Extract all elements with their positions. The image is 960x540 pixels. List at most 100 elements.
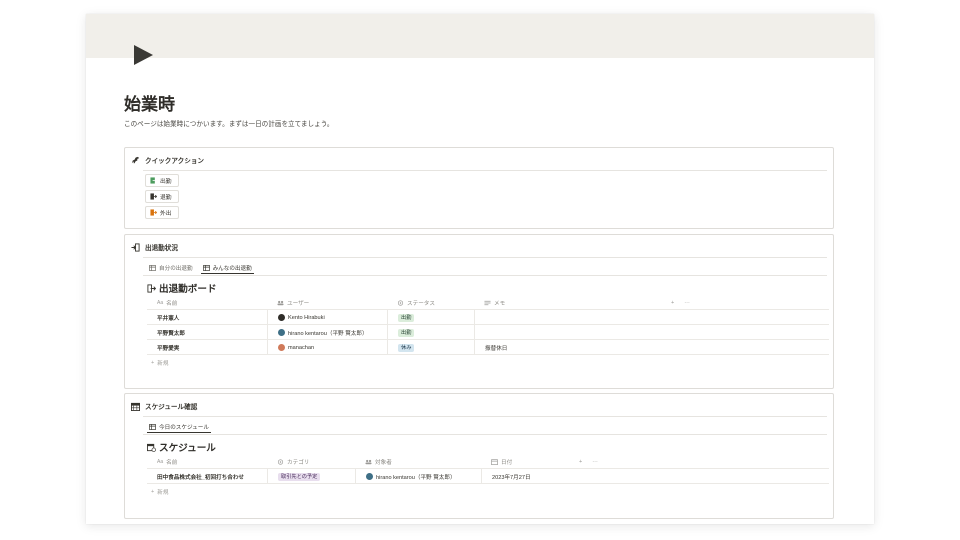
column-label: メモ xyxy=(494,300,506,307)
row-status[interactable]: 出勤 xyxy=(387,325,474,340)
column-memo-header[interactable]: メモ xyxy=(474,295,661,310)
category-badge: 取引先との予定 xyxy=(278,472,321,481)
table-header-row: Aa 名前 カテゴリ 対象者 日付 + ··· xyxy=(147,454,829,469)
row-status[interactable]: 休み xyxy=(387,340,474,355)
attendance-title: 出退勤状況 xyxy=(145,245,178,252)
status-badge: 出勤 xyxy=(398,313,415,322)
column-category-header[interactable]: カテゴリ xyxy=(267,454,355,469)
schedule-db-title[interactable]: スケジュール xyxy=(147,440,216,454)
row-user[interactable]: Kento Hirabuki xyxy=(267,310,387,325)
more-options-button[interactable]: ··· xyxy=(592,459,598,465)
attendance-tabs: 自分の出退勤 みんなの出退勤 xyxy=(147,262,254,274)
tab-today-schedule[interactable]: 今日のスケジュール xyxy=(147,421,211,433)
add-property-button[interactable]: + xyxy=(671,300,674,306)
row-date[interactable]: 2023年7月27日 xyxy=(481,469,569,484)
new-row-label: 新規 xyxy=(157,490,169,496)
clock-in-icon xyxy=(150,177,157,184)
schedule-header[interactable]: スケジュール確認 xyxy=(131,400,197,412)
column-name-header[interactable]: Aa 名前 xyxy=(147,454,267,469)
row-memo[interactable]: 振替休日 xyxy=(474,340,661,355)
go-out-button[interactable]: 外出 xyxy=(145,206,179,219)
page-frame: 始業時 このページは始業時につかいます。まずは一日の計画を立てましょう。 クイッ… xyxy=(86,14,874,524)
quick-actions-header[interactable]: クイックアクション xyxy=(131,154,204,166)
row-name[interactable]: 田中食品株式会社_初回打ち合わせ xyxy=(147,469,267,484)
table-icon xyxy=(149,423,156,430)
column-label: ユーザー xyxy=(287,300,310,307)
user-name: Kento Hirabuki xyxy=(288,314,325,321)
avatar xyxy=(366,473,373,480)
add-column-area: + ··· xyxy=(569,454,629,469)
attendance-header[interactable]: 出退勤状況 xyxy=(131,241,178,253)
avatar xyxy=(278,314,285,321)
column-assignee-header[interactable]: 対象者 xyxy=(355,454,481,469)
table-row[interactable]: 平井憲人 Kento Hirabuki 出勤 xyxy=(147,310,829,325)
play-triangle-icon[interactable] xyxy=(132,44,154,66)
clock-out-label: 退勤 xyxy=(160,195,172,201)
divider xyxy=(143,434,827,435)
status-icon xyxy=(277,458,284,465)
go-out-label: 外出 xyxy=(160,211,172,217)
table-row[interactable]: 平野賢太郎 hirano kentarou（平野 賢太郎） 出勤 xyxy=(147,325,829,340)
attendance-block: 出退勤状況 自分の出退勤 みんなの出退勤 出退勤ボード Aa 名前 ユーザー ス… xyxy=(124,234,834,389)
table-row[interactable]: 田中食品株式会社_初回打ち合わせ 取引先との予定 hirano kentarou… xyxy=(147,469,829,484)
user-name: manachan xyxy=(288,344,315,351)
tab-label: 今日のスケジュール xyxy=(159,424,209,431)
user-name: hirano kentarou（平野 賢太郎） xyxy=(376,474,456,481)
row-user[interactable]: hirano kentarou（平野 賢太郎） xyxy=(267,325,387,340)
row-category[interactable]: 取引先との予定 xyxy=(267,469,355,484)
column-label: カテゴリ xyxy=(287,459,310,466)
row-memo[interactable] xyxy=(474,325,661,340)
column-user-header[interactable]: ユーザー xyxy=(267,295,387,310)
go-out-icon xyxy=(150,209,157,216)
new-row-button[interactable]: + 新規 xyxy=(151,486,168,498)
schedule-tabs: 今日のスケジュール xyxy=(147,421,211,433)
page-description[interactable]: このページは始業時につかいます。まずは一日の計画を立てましょう。 xyxy=(124,118,333,128)
plus-icon: + xyxy=(151,360,155,366)
table-icon xyxy=(202,264,210,271)
row-name[interactable]: 平井憲人 xyxy=(147,310,267,325)
schedule-title: スケジュール確認 xyxy=(145,404,198,411)
people-icon xyxy=(277,300,284,305)
row-name[interactable]: 平野賢太郎 xyxy=(147,325,267,340)
clock-out-button[interactable]: 退勤 xyxy=(145,190,179,203)
tab-label: みんなの出退勤 xyxy=(212,265,252,272)
add-property-button[interactable]: + xyxy=(579,459,582,465)
schedule-block: スケジュール確認 今日のスケジュール スケジュール Aa 名前 カテゴリ 対象者… xyxy=(124,393,834,519)
tab-my-attendance[interactable]: 自分の出退勤 xyxy=(147,262,195,274)
door-enter-icon xyxy=(131,242,140,252)
plus-icon: + xyxy=(151,489,155,495)
new-row-label: 新規 xyxy=(157,361,169,367)
text-type-icon: Aa xyxy=(157,458,164,465)
column-label: 対象者 xyxy=(375,459,392,466)
status-badge: 出勤 xyxy=(398,328,415,337)
column-date-header[interactable]: 日付 xyxy=(481,454,569,469)
tab-everyone-attendance[interactable]: みんなの出退勤 xyxy=(200,262,254,274)
row-name[interactable]: 平野愛実 xyxy=(147,340,267,355)
row-memo[interactable] xyxy=(474,310,661,325)
page-cover[interactable] xyxy=(86,14,874,58)
new-row-button[interactable]: + 新規 xyxy=(151,357,168,369)
status-badge: 休み xyxy=(398,343,415,352)
table-icon xyxy=(149,265,156,271)
more-options-button[interactable]: ··· xyxy=(684,300,690,306)
column-status-header[interactable]: ステータス xyxy=(387,295,474,310)
calendar-clock-icon xyxy=(147,443,156,452)
table-header-row: Aa 名前 ユーザー ステータス メモ + ··· xyxy=(147,295,829,310)
clock-in-button[interactable]: 出勤 xyxy=(145,174,179,187)
row-user[interactable]: manachan xyxy=(267,340,387,355)
text-type-icon: Aa xyxy=(157,299,164,306)
column-name-header[interactable]: Aa 名前 xyxy=(147,295,267,310)
door-exit-icon xyxy=(147,283,156,293)
attendance-db-title[interactable]: 出退勤ボード xyxy=(147,281,217,295)
table-row[interactable]: 平野愛実 manachan 休み 振替休日 xyxy=(147,340,829,355)
row-assignee[interactable]: hirano kentarou（平野 賢太郎） xyxy=(355,469,481,484)
clock-out-icon xyxy=(150,193,157,200)
page-title[interactable]: 始業時 xyxy=(124,90,175,115)
status-icon xyxy=(397,299,404,306)
quick-actions-block: クイックアクション 出勤 退勤 外出 xyxy=(124,147,834,229)
column-label: 名前 xyxy=(166,459,178,466)
row-status[interactable]: 出勤 xyxy=(387,310,474,325)
people-icon xyxy=(365,459,372,464)
divider xyxy=(143,170,827,171)
add-column-area: + ··· xyxy=(661,295,721,310)
